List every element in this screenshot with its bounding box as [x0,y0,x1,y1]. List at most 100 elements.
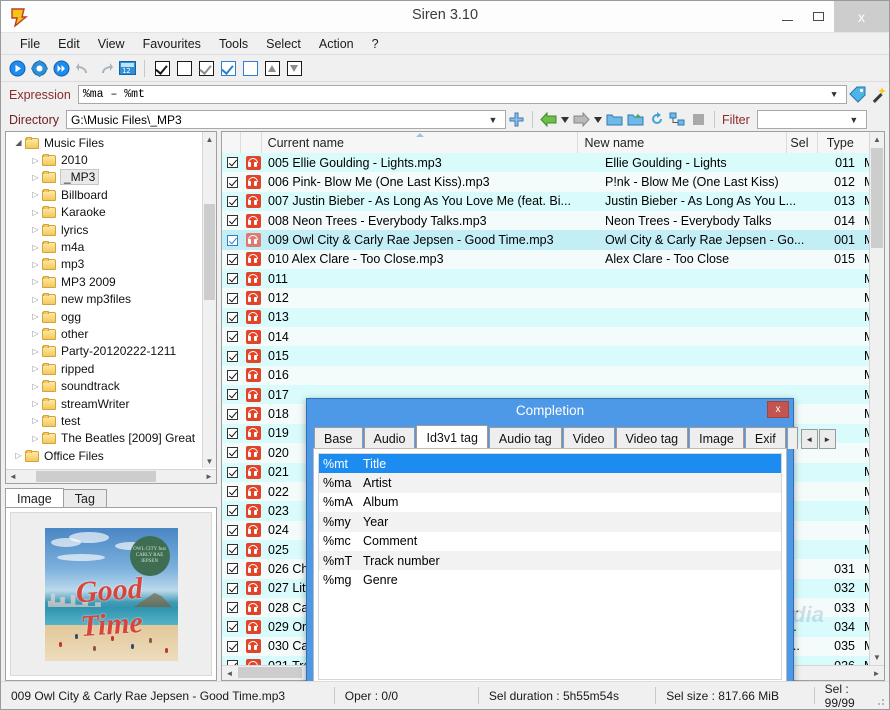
row-checkbox-cell[interactable] [222,466,242,478]
table-row[interactable]: 016 MP3 File [222,365,869,386]
column-header-new-name[interactable]: New name [578,132,788,153]
close-button[interactable]: x [834,1,889,32]
row-checkbox-cell[interactable] [222,215,242,227]
back-dropdown-icon[interactable] [559,109,571,130]
column-header-check[interactable] [222,132,241,153]
list-scroll-left-icon[interactable]: ◄ [222,666,237,680]
menu-select[interactable]: Select [257,35,310,53]
folder-tree[interactable]: ◢ Music Files ▷ 2010 ▷ _MP3 ▷ Billboard ▷ Karaoke… [5,131,217,484]
row-checkbox[interactable] [226,331,238,343]
chevron-right-icon[interactable]: ▷ [29,260,42,269]
list-scroll-right-icon[interactable]: ► [869,666,884,680]
refresh-icon[interactable] [646,109,667,130]
row-checkbox[interactable] [226,195,238,207]
table-row[interactable]: 012 MP3 File [222,288,869,308]
completion-dialog-close-button[interactable]: x [767,401,789,418]
invert-check-icon[interactable] [196,58,216,78]
row-checkbox-cell[interactable] [222,369,242,381]
scroll-left-icon[interactable]: ◄ [6,470,20,483]
menu-file[interactable]: File [11,35,49,53]
tree-vertical-scrollbar[interactable]: ▲ ▼ [202,132,216,468]
row-checkbox[interactable] [226,486,238,498]
column-header-icon[interactable] [241,132,262,153]
table-row[interactable]: 009 Owl City & Carly Rae Jepsen - Good T… [222,230,869,250]
tree-node[interactable]: ▷ ogg [6,308,202,325]
gear-icon[interactable] [29,58,49,78]
chevron-right-icon[interactable]: ▷ [29,277,42,286]
row-checkbox-cell[interactable] [222,350,242,362]
scroll-right-icon[interactable]: ► [202,470,216,483]
add-icon[interactable] [506,109,527,130]
tree-node[interactable]: ▷ The Beatles [2009] Great [6,430,202,447]
folder-tree-icon[interactable] [667,109,688,130]
chevron-down-icon[interactable]: ▼ [846,115,862,125]
row-checkbox[interactable] [226,505,238,517]
tree-node[interactable]: ▷ mp3 [6,256,202,273]
row-checkbox[interactable] [226,369,238,381]
table-row[interactable]: 015 MP3 File [222,346,869,366]
chevron-right-icon[interactable]: ▷ [29,434,42,443]
row-checkbox[interactable] [226,621,238,633]
fast-forward-icon[interactable] [51,58,71,78]
filter-input[interactable]: ▼ [756,110,867,129]
dialog-tab-iptc[interactable]: Ipt [786,427,798,449]
dialog-tab-audio[interactable]: Audio [363,427,416,449]
tree-node[interactable]: ▷ ripped [6,360,202,377]
tree-node[interactable]: ▷ 2010 [6,151,202,168]
list-scroll-up-icon[interactable]: ▲ [870,132,884,147]
tree-scroll-thumb[interactable] [204,204,215,300]
completion-field-item[interactable]: %mA Album [319,493,781,512]
row-checkbox[interactable] [226,544,238,556]
check-blue-icon[interactable] [218,58,238,78]
row-checkbox[interactable] [226,389,238,401]
table-row[interactable]: 013 MP3 File [222,307,869,328]
chevron-right-icon[interactable]: ▷ [29,416,42,425]
tree-node[interactable]: ▷ m4a [6,238,202,255]
chevron-right-icon[interactable]: ▷ [12,451,25,460]
completion-dialog[interactable]: Completion x Base Audio Id3v1 tag Audio … [306,398,836,694]
tab-image[interactable]: Image [5,488,64,508]
tree-hscroll-thumb[interactable] [36,471,156,482]
dialog-tab-base[interactable]: Base [314,427,363,449]
menu-help[interactable]: ? [363,35,388,53]
tree-node[interactable]: ▷ test [6,412,202,429]
tree-node[interactable]: ▷ Party-20120222-1211 [6,343,202,360]
move-up-icon[interactable] [262,58,282,78]
row-checkbox-cell[interactable] [222,563,242,575]
chevron-right-icon[interactable]: ▷ [29,364,42,373]
magic-wand-icon[interactable] [868,84,889,105]
row-checkbox[interactable] [226,466,238,478]
row-checkbox-cell[interactable] [222,157,242,169]
row-checkbox-cell[interactable] [222,582,242,594]
row-checkbox[interactable] [226,524,238,536]
tree-node[interactable]: ▷ MP3 2009 [6,273,202,290]
completion-field-list[interactable]: %mt Title %ma Artist %mA Album %my Year %mc Comme… [313,448,787,685]
completion-field-item[interactable]: %mg Genre [319,570,781,589]
tree-node[interactable]: ▷ soundtrack [6,377,202,394]
row-checkbox[interactable] [226,350,238,362]
row-checkbox-cell[interactable] [222,447,242,459]
dialog-tab-video-tag[interactable]: Video tag [615,427,689,449]
chevron-right-icon[interactable]: ▷ [29,190,42,199]
menu-edit[interactable]: Edit [49,35,89,53]
play-icon[interactable] [7,58,27,78]
tree-node[interactable]: ▷ Office Files [6,447,202,464]
row-checkbox[interactable] [226,273,238,285]
dialog-tab-exif[interactable]: Exif [744,427,786,449]
row-checkbox-cell[interactable] [222,176,242,188]
dialog-tab-image[interactable]: Image [689,427,744,449]
chevron-right-icon[interactable]: ▷ [29,243,42,252]
tree-node[interactable]: ▷ Karaoke [6,204,202,221]
table-row[interactable]: 011 MP3 File [222,269,869,289]
row-checkbox-cell[interactable] [222,544,242,556]
row-checkbox[interactable] [226,640,238,652]
uncheck-all-icon[interactable] [174,58,194,78]
row-checkbox-cell[interactable] [222,311,242,323]
dialog-tab-id3v1-tag[interactable]: Id3v1 tag [416,425,488,449]
row-checkbox-cell[interactable] [222,640,242,652]
column-header-sel[interactable]: Sel [787,132,818,153]
tab-scroll-prev-icon[interactable]: ◄ [800,429,818,449]
chevron-down-icon[interactable]: ▼ [826,90,842,100]
menu-favourites[interactable]: Favourites [134,35,210,53]
menu-view[interactable]: View [89,35,134,53]
